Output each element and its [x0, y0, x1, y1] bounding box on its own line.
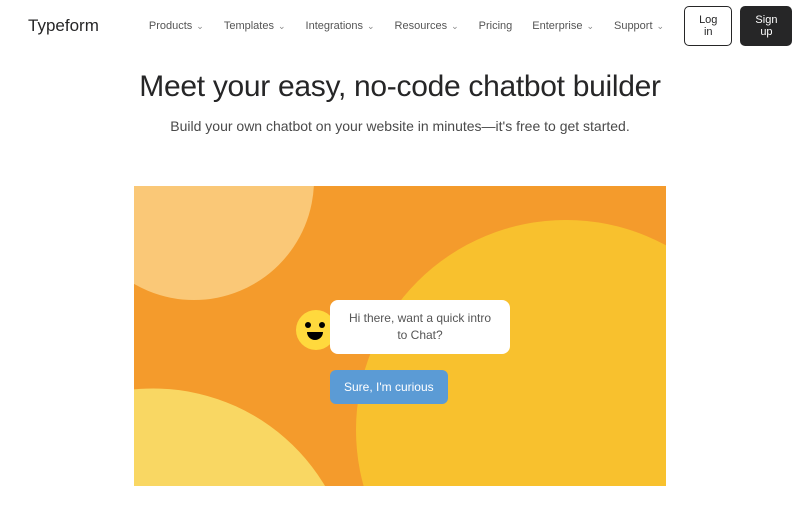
- chevron-down-icon: ⌄: [367, 21, 375, 32]
- hero-illustration: Hi there, want a quick intro to Chat? Su…: [134, 186, 666, 486]
- chevron-down-icon: ⌄: [451, 21, 459, 32]
- chevron-down-icon: ⌄: [278, 21, 286, 32]
- decorative-half-circle: [134, 186, 314, 300]
- nav-integrations[interactable]: Integrations ⌄: [306, 20, 375, 32]
- nav-support[interactable]: Support ⌄: [614, 20, 664, 32]
- nav-enterprise-label: Enterprise: [532, 20, 582, 32]
- logo[interactable]: Typeform: [28, 16, 99, 36]
- hero-section: Meet your easy, no-code chatbot builder …: [0, 70, 800, 486]
- signup-button[interactable]: Sign up: [740, 6, 792, 46]
- hero-subtitle: Build your own chatbot on your website i…: [0, 118, 800, 134]
- nav-pricing-label: Pricing: [479, 20, 513, 32]
- chat-greeting-bubble: Hi there, want a quick intro to Chat?: [330, 300, 510, 354]
- nav-products-label: Products: [149, 20, 192, 32]
- nav-pricing[interactable]: Pricing: [479, 20, 513, 32]
- header: Typeform Products ⌄ Templates ⌄ Integrat…: [0, 0, 800, 52]
- auth-buttons: Log in Sign up: [684, 6, 792, 46]
- nav-integrations-label: Integrations: [306, 20, 363, 32]
- nav-resources[interactable]: Resources ⌄: [395, 20, 459, 32]
- login-button[interactable]: Log in: [684, 6, 732, 46]
- main-nav: Products ⌄ Templates ⌄ Integrations ⌄ Re…: [149, 20, 664, 32]
- nav-enterprise[interactable]: Enterprise ⌄: [532, 20, 594, 32]
- nav-products[interactable]: Products ⌄: [149, 20, 204, 32]
- chevron-down-icon: ⌄: [657, 21, 665, 32]
- chevron-down-icon: ⌄: [586, 21, 594, 32]
- nav-resources-label: Resources: [395, 20, 448, 32]
- hero-title: Meet your easy, no-code chatbot builder: [0, 70, 800, 104]
- nav-templates-label: Templates: [224, 20, 274, 32]
- decorative-quarter: [134, 344, 346, 486]
- nav-support-label: Support: [614, 20, 653, 32]
- nav-templates[interactable]: Templates ⌄: [224, 20, 286, 32]
- chat-reply-button[interactable]: Sure, I'm curious: [330, 370, 448, 404]
- chevron-down-icon: ⌄: [196, 21, 204, 32]
